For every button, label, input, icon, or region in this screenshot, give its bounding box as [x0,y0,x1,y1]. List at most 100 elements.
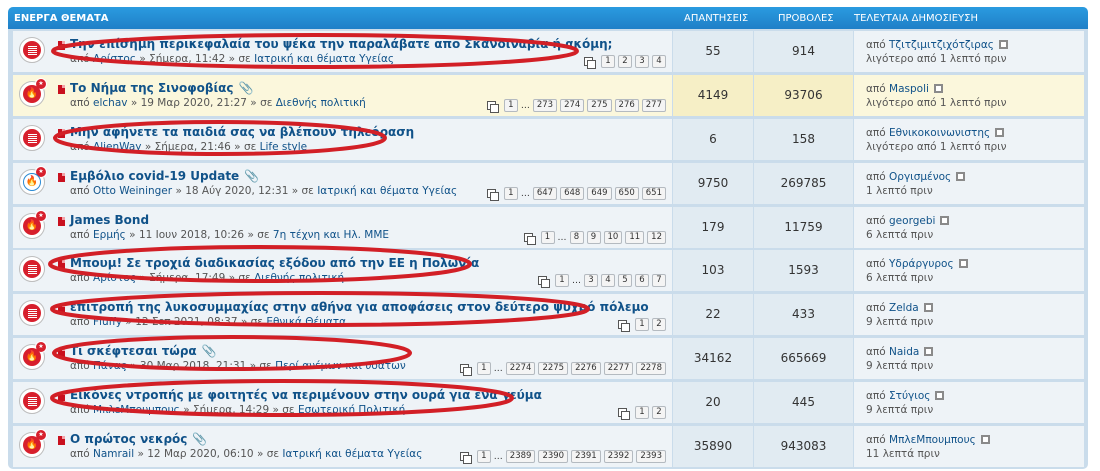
new-post-icon[interactable] [58,41,65,50]
new-post-icon[interactable] [58,85,65,94]
topic-forum-link[interactable]: Εθνικά Θέματα [266,316,346,328]
topic-author-link[interactable]: Πάνας [93,360,127,372]
page-link[interactable]: 1 [476,450,491,463]
goto-last-post-icon[interactable] [923,303,933,312]
page-link[interactable]: 1 [635,406,649,419]
topic-forum-link[interactable]: Διεθνής πολιτική [276,97,366,109]
topic-author-link[interactable]: Αρίστος [93,53,136,65]
goto-last-post-icon[interactable] [958,259,968,268]
page-link[interactable]: 2390 [538,450,569,463]
page-link[interactable]: 7 [652,274,666,287]
page-link[interactable]: 273 [532,99,558,112]
last-post-author-link[interactable]: Naida [889,346,919,358]
topic-title-text[interactable]: Το Νήμα της Σινοφοβίας [70,81,233,95]
topic-title-link[interactable]: Εμβόλιο covid-19 Update 📎 [70,169,259,183]
last-post-author-link[interactable]: Τζιτζιμιτζιχότζιρας [889,39,994,51]
page-link[interactable]: 651 [641,187,666,200]
topic-title-text[interactable]: Τι σκέφτεσαι τώρα [70,344,197,358]
topic-author-link[interactable]: AlienWay [93,141,142,153]
new-post-icon[interactable] [58,129,65,138]
topic-title-text[interactable]: Μην αφήνετε τα παιδιά σας να βλέπουν τηλ… [70,125,414,139]
last-post-author-link[interactable]: Zelda [889,302,919,314]
topic-forum-link[interactable]: Διεθνής πολιτική [254,272,344,284]
page-link[interactable]: 1 [555,274,569,287]
page-link[interactable]: 2 [618,55,632,68]
goto-last-post-icon[interactable] [935,391,945,400]
page-link[interactable]: 1 [503,99,518,112]
page-link[interactable]: 275 [587,99,612,112]
topic-author-link[interactable]: ΜπλεΜπουμπους [93,404,180,416]
page-link[interactable]: 6 [635,274,649,287]
topic-title-text[interactable]: James Bond [70,213,149,227]
topic-title-link[interactable]: Το Νήμα της Σινοφοβίας 📎 [70,81,253,95]
topic-forum-link[interactable]: Ιατρική και θέματα Υγείας [254,53,394,65]
page-link[interactable]: 647 [532,187,558,200]
page-link[interactable]: 4 [652,55,666,68]
topic-title-text[interactable]: Εμβόλιο covid-19 Update [70,169,239,183]
goto-last-post-icon[interactable] [940,216,950,225]
page-link[interactable]: 277 [641,99,666,112]
page-link[interactable]: 2276 [571,362,601,375]
goto-last-post-icon[interactable] [924,347,934,356]
page-link[interactable]: 2389 [505,450,536,463]
new-post-icon[interactable] [58,348,65,357]
topic-title-text[interactable]: Μπουμ! Σε τροχιά διαδικασίας εξόδου από … [70,256,479,270]
topic-title-text[interactable]: Ο πρώτος νεκρός [70,432,187,446]
new-post-icon[interactable] [58,304,65,313]
page-link[interactable]: 2277 [603,362,634,375]
page-link[interactable]: 3 [584,274,598,287]
page-link[interactable]: 3 [635,55,649,68]
goto-last-post-icon[interactable] [998,40,1008,49]
page-link[interactable]: 2 [652,406,666,419]
last-post-author-link[interactable]: Εθνικοκοινωνιστης [889,127,990,139]
topic-forum-link[interactable]: Ιατρική και θέματα Υγείας [282,448,422,460]
page-link[interactable]: 2278 [636,362,666,375]
topic-forum-link[interactable]: Περί ανέμων και υδάτων [275,360,406,372]
page-link[interactable]: 1 [503,187,518,200]
topic-forum-link[interactable]: 7η τέχνη και Ηλ. ΜΜΕ [273,229,389,241]
page-link[interactable]: 9 [586,231,601,244]
page-link[interactable]: 650 [614,187,639,200]
last-post-author-link[interactable]: Maspoli [889,83,929,95]
page-link[interactable]: 2391 [571,450,601,463]
new-post-icon[interactable] [58,173,65,182]
topic-author-link[interactable]: Namrail [93,448,134,460]
goto-last-post-icon[interactable] [980,435,990,444]
page-link[interactable]: 1 [476,362,491,375]
topic-title-link[interactable]: επιτροπή της λυκοσυμμαχίας στην αθήνα γι… [70,300,649,314]
page-link[interactable]: 2274 [505,362,536,375]
topic-title-text[interactable]: Εικόνες ντροπής με φοιτητές να περιμένου… [70,388,542,402]
new-post-icon[interactable] [58,217,65,226]
topic-author-link[interactable]: Otto Weininger [93,185,172,197]
page-link[interactable]: 1 [601,55,615,68]
topic-title-link[interactable]: Μην αφήνετε τα παιδιά σας να βλέπουν τηλ… [70,125,414,139]
topic-title-text[interactable]: Την επίσημη περικεφαλαία του ψέκα την πα… [70,37,612,51]
goto-last-post-icon[interactable] [995,128,1005,137]
page-link[interactable]: 2392 [603,450,634,463]
goto-last-post-icon[interactable] [933,84,943,93]
page-link[interactable]: 4 [601,274,615,287]
last-post-author-link[interactable]: georgebi [889,215,935,227]
topic-title-link[interactable]: Μπουμ! Σε τροχιά διαδικασίας εξόδου από … [70,256,479,270]
page-link[interactable]: 2 [652,318,666,331]
topic-title-link[interactable]: Την επίσημη περικεφαλαία του ψέκα την πα… [70,37,612,51]
page-link[interactable]: 274 [560,99,585,112]
page-link[interactable]: 2275 [538,362,569,375]
page-link[interactable]: 10 [603,231,623,244]
topic-forum-link[interactable]: Life style [260,141,307,153]
goto-last-post-icon[interactable] [956,172,966,181]
topic-title-link[interactable]: Ο πρώτος νεκρός 📎 [70,432,207,446]
last-post-author-link[interactable]: Στύγιος [889,390,930,402]
page-link[interactable]: 648 [560,187,585,200]
last-post-author-link[interactable]: Υδράργυρος [889,258,954,270]
page-link[interactable]: 1 [635,318,649,331]
last-post-author-link[interactable]: ΜπλεΜπουμπους [889,434,976,446]
new-post-icon[interactable] [58,392,65,401]
page-link[interactable]: 2393 [636,450,666,463]
topic-title-text[interactable]: επιτροπή της λυκοσυμμαχίας στην αθήνα γι… [70,300,649,314]
page-link[interactable]: 8 [569,231,584,244]
topic-title-link[interactable]: Εικόνες ντροπής με φοιτητές να περιμένου… [70,388,542,402]
topic-author-link[interactable]: Αρίστος [93,272,136,284]
topic-title-link[interactable]: James Bond [70,213,149,227]
page-link[interactable]: 649 [587,187,612,200]
